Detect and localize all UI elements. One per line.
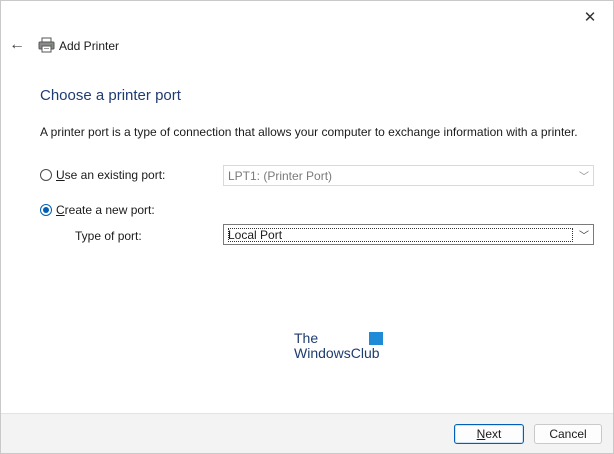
type-of-port-label: Type of port: [75, 229, 142, 243]
printer-icon [38, 37, 55, 53]
radio-label: Use an existing port: [56, 168, 166, 182]
back-button[interactable]: ← [8, 36, 26, 54]
port-type-value: Local Port [228, 227, 573, 242]
port-type-dropdown[interactable]: Local Port ﹀ [223, 224, 594, 245]
close-button[interactable]: ✕ [579, 7, 601, 29]
page-heading: Choose a printer port [40, 87, 181, 104]
use-existing-port-radio[interactable]: Use an existing port: [40, 168, 165, 182]
chevron-down-icon[interactable]: ﹀ [575, 227, 593, 242]
windows-logo-icon [369, 332, 383, 345]
page-description: A printer port is a type of connection t… [40, 125, 578, 139]
existing-port-dropdown: LPT1: (Printer Port) ﹀ [223, 165, 594, 186]
create-new-port-radio[interactable]: Create a new port: [40, 203, 155, 217]
watermark-logo: The WindowsClub [294, 331, 386, 363]
dialog-footer: Next Cancel [1, 413, 613, 453]
next-button[interactable]: Next [454, 424, 524, 444]
radio-label: Create a new port: [56, 203, 155, 217]
existing-port-value: LPT1: (Printer Port) [228, 168, 333, 183]
window-title: Add Printer [59, 39, 120, 53]
radio-indicator[interactable] [40, 204, 52, 216]
cancel-button[interactable]: Cancel [534, 424, 602, 444]
radio-indicator[interactable] [40, 169, 52, 181]
chevron-down-icon: ﹀ [579, 172, 589, 183]
watermark-line2: WindowsClub [294, 345, 380, 361]
add-printer-window: ✕ ← Add Printer Choose a printer port A … [0, 0, 614, 454]
